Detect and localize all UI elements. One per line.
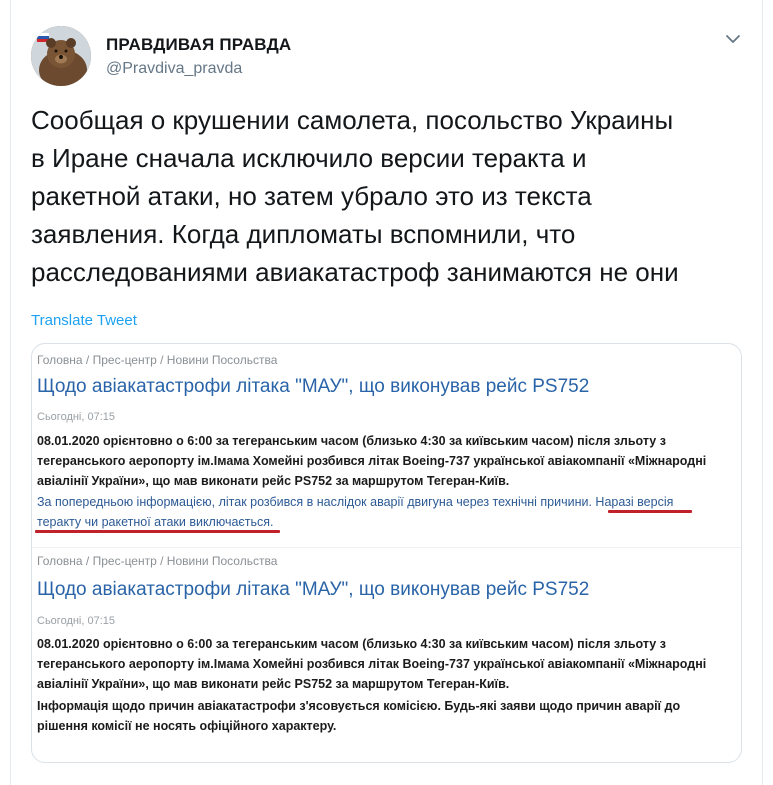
tweet-text-line: в Иране сначала исключило версии теракта…	[31, 143, 587, 173]
tweet-text: Сообщая о крушении самолета, посольство …	[31, 101, 751, 291]
news-paragraph-line: авіалінії України», що мав виконати рейс…	[37, 474, 510, 488]
embassy-news-screenshot-after: Головна / Прес-центр / Новини Посольства…	[32, 548, 741, 762]
news-commission-line: Інформація щодо причин авіакатастрофи з'…	[37, 699, 681, 713]
red-underline	[608, 510, 692, 513]
translate-tweet-link[interactable]: Translate Tweet	[31, 312, 137, 329]
news-title: Щодо авіакатастрофи літака "МАУ", що вик…	[37, 579, 590, 600]
embassy-news-screenshot-before: Головна / Прес-центр / Новини Посольства…	[32, 344, 741, 547]
news-commission-line: рішення комісії не носять офіційного хар…	[37, 719, 337, 733]
tweet-image[interactable]: Головна / Прес-центр / Новини Посольства…	[31, 343, 742, 763]
tweet-text-line: Сообщая о крушении самолета, посольство …	[31, 105, 674, 135]
news-date: Сьогодні, 07:15	[37, 411, 116, 423]
tweet-text-line: расследованиями авиакатастроф занимаются…	[31, 257, 679, 287]
news-paragraph: 08.01.2020 орієнтовно о 6:00 за тегеранс…	[37, 431, 727, 491]
red-underline	[35, 530, 280, 533]
news-date: Сьогодні, 07:15	[37, 615, 116, 627]
news-info-line: теракту чи ракетної атаки виключається.	[37, 515, 274, 529]
tweet-text-line: заявления. Когда дипломаты вспомнили, чт…	[31, 219, 576, 249]
news-title: Щодо авіакатастрофи літака "МАУ", що вик…	[37, 376, 590, 397]
news-paragraph-line: тегеранського аеропорту ім.Імама Хомейні…	[37, 454, 707, 468]
chevron-down-icon[interactable]	[724, 30, 742, 48]
bear-avatar-icon	[31, 26, 91, 86]
tweet: ПРАВДИВАЯ ПРАВДА @Pravdiva_pravda Сообща…	[10, 0, 763, 785]
news-paragraph-line: 08.01.2020 орієнтовно о 6:00 за тегеранс…	[37, 637, 666, 651]
user-handle[interactable]: @Pravdiva_pravda	[106, 60, 242, 78]
breadcrumb: Головна / Прес-центр / Новини Посольства	[37, 554, 278, 568]
breadcrumb: Головна / Прес-центр / Новини Посольства	[37, 353, 278, 367]
news-commission-paragraph: Інформація щодо причин авіакатастрофи з'…	[37, 696, 727, 736]
tweet-text-line: ракетной атаки, но затем убрало это из т…	[31, 181, 592, 211]
news-paragraph: 08.01.2020 орієнтовно о 6:00 за тегеранс…	[37, 634, 727, 694]
avatar[interactable]	[31, 26, 91, 86]
news-paragraph-line: 08.01.2020 орієнтовно о 6:00 за тегеранс…	[37, 434, 666, 448]
news-paragraph-line: авіалінії України», що мав виконати рейс…	[37, 677, 510, 691]
news-info-line: За попередньою інформацією, літак розбив…	[37, 495, 674, 509]
display-name[interactable]: ПРАВДИВАЯ ПРАВДА	[106, 35, 291, 55]
news-paragraph-line: тегеранського аеропорту ім.Імама Хомейні…	[37, 657, 707, 671]
